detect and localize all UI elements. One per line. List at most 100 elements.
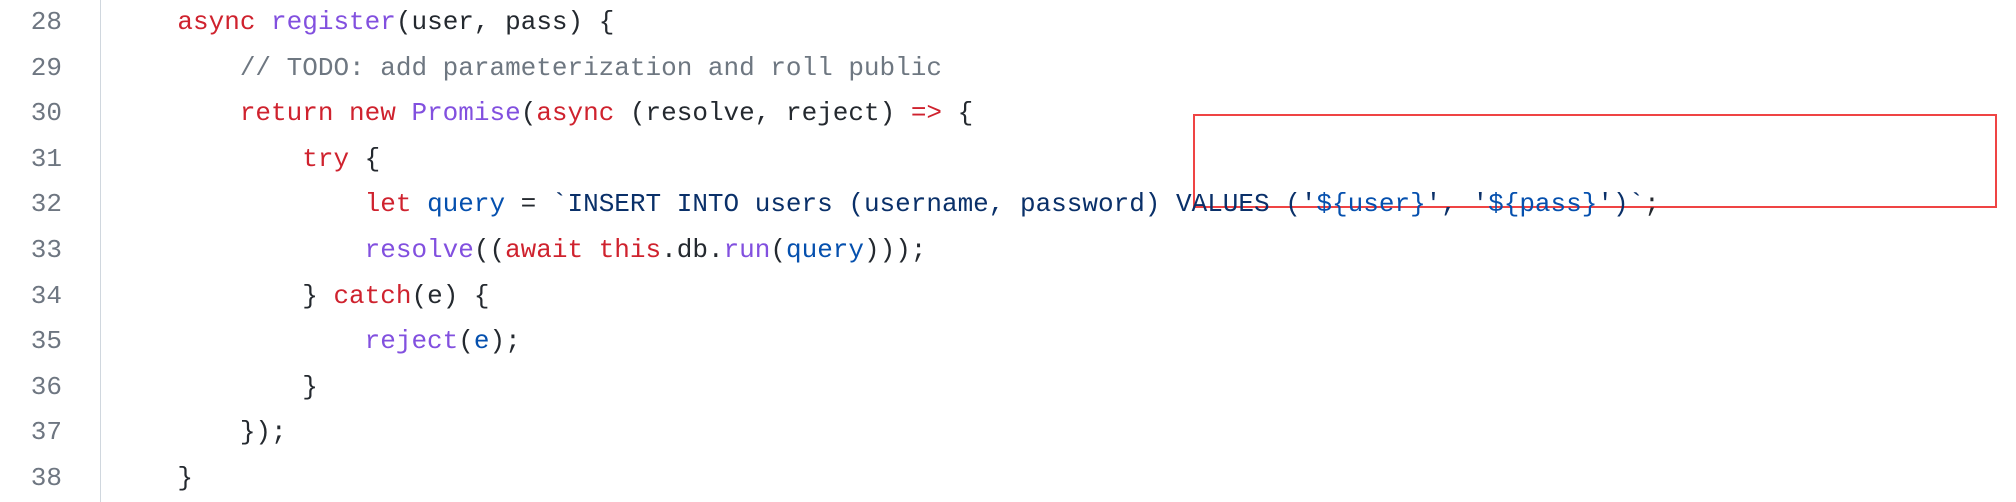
- line-number: 37: [0, 410, 90, 456]
- code-lines: async register(user, pass) { // TODO: ad…: [90, 0, 2016, 502]
- param-e: e: [427, 281, 443, 311]
- param-reject: reject: [786, 98, 880, 128]
- paren: (: [411, 281, 427, 311]
- method-run: run: [724, 235, 771, 265]
- code-area[interactable]: async register(user, pass) { // TODO: ad…: [90, 0, 2016, 502]
- dot: .: [661, 235, 677, 265]
- paren: )));: [864, 235, 926, 265]
- brace: }: [177, 463, 193, 493]
- semicolon: ;: [1644, 189, 1660, 219]
- keyword-new: new: [333, 98, 395, 128]
- sql-fragment: '): [1597, 189, 1628, 219]
- call-reject: reject: [365, 326, 459, 356]
- code-line[interactable]: reject(e);: [115, 319, 2016, 365]
- keyword-await: await: [505, 235, 583, 265]
- space: [411, 189, 427, 219]
- code-line[interactable]: });: [115, 410, 2016, 456]
- paren: (: [521, 98, 537, 128]
- keyword-this: this: [599, 235, 661, 265]
- line-number: 29: [0, 46, 90, 92]
- dot: .: [708, 235, 724, 265]
- prop-db: db: [677, 235, 708, 265]
- brace: {: [958, 98, 974, 128]
- indent: [115, 189, 365, 219]
- indent: [115, 326, 365, 356]
- keyword-try: try: [302, 144, 349, 174]
- arrow: =>: [895, 98, 957, 128]
- param-user: user: [411, 7, 473, 37]
- code-line[interactable]: let query = `INSERT INTO users (username…: [115, 182, 2016, 228]
- paren: );: [489, 326, 520, 356]
- comma: ,: [474, 7, 505, 37]
- interp-open: ${: [1316, 189, 1347, 219]
- brace: {: [349, 144, 380, 174]
- comment: // TODO: add parameterization and roll p…: [240, 53, 942, 83]
- arg-e: e: [474, 326, 490, 356]
- code-line[interactable]: }: [115, 456, 2016, 502]
- line-number: 35: [0, 319, 90, 365]
- paren: ): [568, 7, 584, 37]
- code-line[interactable]: async register(user, pass) {: [115, 0, 2016, 46]
- keyword-let: let: [365, 189, 412, 219]
- line-number: 32: [0, 182, 90, 228]
- indent: [115, 98, 240, 128]
- indent: [115, 144, 302, 174]
- line-number: 34: [0, 274, 90, 320]
- keyword-catch: catch: [318, 281, 412, 311]
- brace: }: [302, 372, 318, 402]
- line-number-gutter: 28 29 30 31 32 33 34 35 36 37 38: [0, 0, 90, 502]
- indent: [115, 372, 302, 402]
- equals: =: [505, 189, 552, 219]
- code-line[interactable]: } catch(e) {: [115, 274, 2016, 320]
- paren: (: [614, 98, 645, 128]
- brace: {: [458, 281, 489, 311]
- interp-var-user: user: [1348, 189, 1410, 219]
- interp-close: }: [1410, 189, 1426, 219]
- indent: [115, 53, 240, 83]
- keyword-async: async: [536, 98, 614, 128]
- indent: [115, 417, 240, 447]
- line-number: 31: [0, 137, 90, 183]
- call-resolve: resolve: [365, 235, 474, 265]
- indent: [115, 463, 177, 493]
- space: [583, 235, 599, 265]
- param-pass: pass: [505, 7, 567, 37]
- keyword-async: async: [177, 7, 255, 37]
- brace: }: [302, 281, 318, 311]
- function-name: register: [271, 7, 396, 37]
- code-line[interactable]: }: [115, 365, 2016, 411]
- backtick: `: [552, 189, 568, 219]
- var-query: query: [427, 189, 505, 219]
- paren: (: [770, 235, 786, 265]
- sql-fragment: ', ': [1426, 189, 1488, 219]
- paren: });: [240, 417, 287, 447]
- backtick: `: [1629, 189, 1645, 219]
- paren: (: [458, 326, 474, 356]
- param-resolve: resolve: [646, 98, 755, 128]
- code-line[interactable]: resolve((await this.db.run(query)));: [115, 228, 2016, 274]
- comma: ,: [755, 98, 786, 128]
- paren: ): [443, 281, 459, 311]
- line-number: 36: [0, 365, 90, 411]
- line-number: 33: [0, 228, 90, 274]
- code-line[interactable]: try {: [115, 137, 2016, 183]
- class-promise: Promise: [396, 98, 521, 128]
- line-number: 38: [0, 456, 90, 502]
- keyword-return: return: [240, 98, 334, 128]
- code-line[interactable]: // TODO: add parameterization and roll p…: [115, 46, 2016, 92]
- paren: (: [396, 7, 412, 37]
- interp-var-pass: pass: [1519, 189, 1581, 219]
- indent: [115, 281, 302, 311]
- code-line[interactable]: return new Promise(async (resolve, rejec…: [115, 91, 2016, 137]
- brace: {: [583, 7, 614, 37]
- interp-close: }: [1582, 189, 1598, 219]
- interp-open: ${: [1488, 189, 1519, 219]
- code-editor: 28 29 30 31 32 33 34 35 36 37 38 async r…: [0, 0, 2016, 502]
- line-number: 30: [0, 91, 90, 137]
- arg-query: query: [786, 235, 864, 265]
- line-number: 28: [0, 0, 90, 46]
- indent: [115, 7, 177, 37]
- paren: ((: [474, 235, 505, 265]
- indent: [115, 235, 365, 265]
- paren: ): [880, 98, 896, 128]
